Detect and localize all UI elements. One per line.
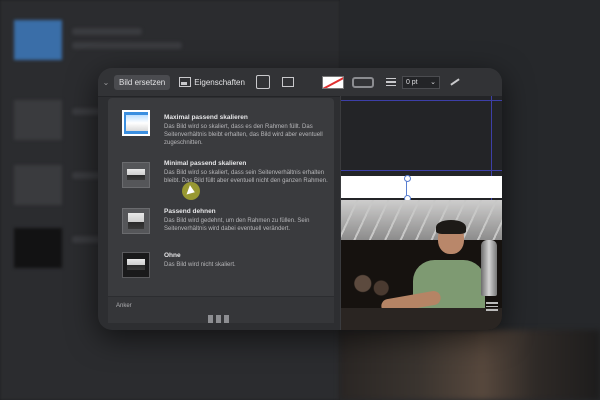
stroke-width-value: 0 pt <box>405 78 418 86</box>
background-photo-blur <box>340 330 600 400</box>
stroke-color-swatch[interactable] <box>351 76 374 88</box>
frame-fit-icon[interactable] <box>255 75 270 89</box>
photo-table <box>341 308 502 330</box>
menu-item-title: Minimal passend skalieren <box>164 160 247 167</box>
photo-tent-roof <box>341 200 502 240</box>
replace-image-button[interactable]: Bild ersetzen <box>114 74 171 90</box>
menu-item-fill-proportional[interactable]: Maximal passend skalieren Das Bild wird … <box>112 102 330 148</box>
app-window: ⌄ Bild ersetzen Eigenschaften 0 pt ⌄ Max… <box>98 68 502 330</box>
menu-item-description: Das Bild wird nicht skaliert. <box>164 262 236 268</box>
anchor-grid-icon[interactable] <box>208 315 232 323</box>
no-scale-icon <box>122 252 150 278</box>
menu-item-title: Passend dehnen <box>164 208 216 215</box>
chevron-down-icon: ⌄ <box>430 79 436 86</box>
stretch-icon <box>122 208 150 234</box>
guide-line <box>341 100 502 101</box>
toolbar: ⌄ Bild ersetzen Eigenschaften 0 pt ⌄ <box>98 68 502 97</box>
menu-item-fit-proportional[interactable]: Minimal passend skalieren Das Bild wird … <box>112 154 330 198</box>
pen-icon[interactable] <box>450 78 460 86</box>
image-properties-icon <box>179 77 192 87</box>
background-thumb <box>14 165 62 205</box>
anchor-label: Anker <box>116 303 132 309</box>
fit-proportional-icon <box>122 162 150 188</box>
stroke-width-field[interactable]: 0 pt ⌄ <box>401 75 440 89</box>
align-tool-icon[interactable] <box>486 300 498 313</box>
selection-handle[interactable] <box>404 175 411 182</box>
background-thumb <box>14 20 62 60</box>
menu-item-description: Das Bild wird so skaliert, dass es den R… <box>164 124 323 146</box>
background-text-line <box>72 42 182 49</box>
menu-item-title: Ohne <box>164 252 181 259</box>
background-text-line <box>72 28 142 35</box>
background-thumb <box>14 228 62 268</box>
photo-bottle <box>481 240 497 296</box>
placed-photo[interactable] <box>341 200 502 330</box>
text-frame[interactable] <box>341 176 502 198</box>
fill-proportional-icon <box>122 110 150 136</box>
background-thumb <box>14 100 62 140</box>
properties-button[interactable]: Eigenschaften <box>174 75 250 90</box>
replace-image-label: Bild ersetzen <box>119 77 166 87</box>
menu-item-description: Das Bild wird gedehnt, um den Rahmen zu … <box>164 218 310 232</box>
document-canvas[interactable] <box>340 96 502 330</box>
anchor-section: Anker <box>108 296 334 323</box>
scale-options-menu: Maximal passend skalieren Das Bild wird … <box>108 98 334 323</box>
menu-item-none[interactable]: Ohne Das Bild wird nicht skaliert. <box>112 250 330 286</box>
chevron-down-icon[interactable]: ⌄ <box>98 78 114 87</box>
menu-item-stretch[interactable]: Passend dehnen Das Bild wird gedehnt, um… <box>112 204 330 248</box>
fill-color-none-swatch[interactable] <box>321 75 344 89</box>
menu-item-title: Maximal passend skalieren <box>164 114 248 121</box>
guide-line <box>341 170 502 171</box>
properties-label: Eigenschaften <box>194 77 245 87</box>
photo-person-hair <box>436 220 466 234</box>
lines-icon[interactable] <box>385 76 396 89</box>
image-frame-icon[interactable] <box>281 77 294 87</box>
